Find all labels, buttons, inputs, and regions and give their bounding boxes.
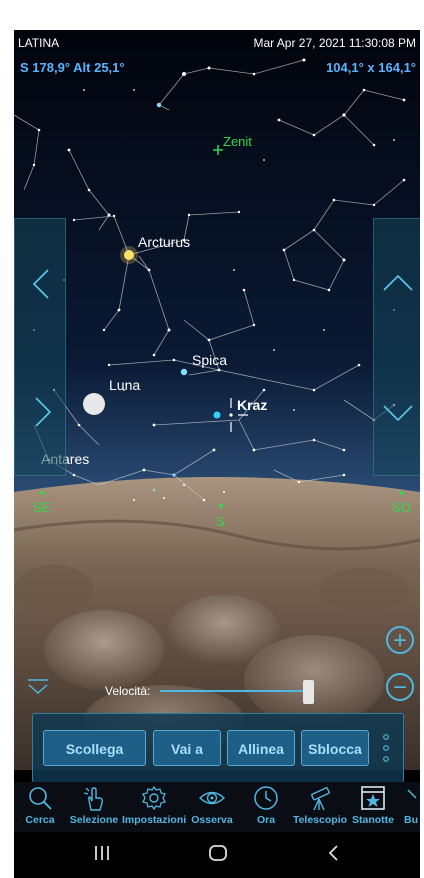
- speed-slider-track[interactable]: [160, 690, 310, 692]
- compass-so: SO: [392, 500, 411, 515]
- toolbar-ora-label: Ora: [256, 814, 276, 826]
- plus-icon: +: [392, 627, 407, 654]
- toolbar-osserva[interactable]: Osserva: [190, 784, 234, 826]
- compass-se: SE: [33, 500, 51, 515]
- moon-label[interactable]: Luna: [109, 377, 140, 393]
- pan-left-button[interactable]: [22, 264, 62, 304]
- align-button[interactable]: Allinea: [227, 730, 295, 766]
- toolbar-bu-label: Bu: [404, 814, 418, 826]
- home-button[interactable]: [208, 844, 228, 867]
- minus-icon: −: [392, 674, 407, 701]
- spica-label[interactable]: Spica: [192, 352, 227, 368]
- toolbar-cerca[interactable]: Cerca: [20, 784, 60, 826]
- star-calendar-icon: [361, 786, 385, 810]
- home-icon: [209, 845, 227, 861]
- tap-hand-icon: [83, 787, 103, 811]
- arcturus-label[interactable]: Arcturus: [138, 234, 190, 250]
- sky-view[interactable]: [14, 30, 420, 770]
- toolbar-bu[interactable]: Bu: [402, 784, 420, 826]
- toolbar-selezione-label: Selezione: [69, 814, 119, 826]
- speed-slider-thumb[interactable]: [302, 680, 314, 704]
- pan-right-button[interactable]: [22, 392, 62, 432]
- fov-readout: 104,1° x 164,1°: [326, 60, 416, 75]
- toolbar-osserva-label: Osserva: [191, 814, 233, 826]
- zenith-label: Zenit: [223, 134, 252, 149]
- toolbar-selezione[interactable]: Selezione: [66, 784, 122, 826]
- toolbar-telescopio[interactable]: Telescopio: [292, 784, 348, 826]
- partial-tool-icon: [407, 789, 417, 799]
- toolbar-stanotte[interactable]: Stanotte: [350, 784, 396, 826]
- pan-up-button[interactable]: [378, 264, 418, 304]
- toolbar-telescopio-label: Telescopio: [292, 814, 348, 826]
- zoom-out-button[interactable]: −: [386, 673, 414, 701]
- toolbar-impostazioni[interactable]: Impostazioni: [122, 784, 186, 826]
- kraz-label[interactable]: Kraz: [237, 397, 267, 413]
- speed-label: Velocità:: [105, 684, 151, 698]
- chevron-down-icon: [383, 405, 413, 422]
- search-icon: [29, 787, 52, 810]
- back-chevron-icon: [328, 845, 338, 861]
- toolbar-impostazioni-label: Impostazioni: [122, 814, 187, 826]
- telescope-icon: [311, 787, 330, 811]
- collapse-panel-button[interactable]: [26, 678, 50, 696]
- bottom-toolbar: Cerca Selezione Impostazioni Osserva Ora…: [14, 782, 420, 832]
- collapse-chevron-icon: [28, 679, 48, 695]
- direction-readout: S 178,9° Alt 25,1°: [20, 60, 125, 75]
- more-options-button[interactable]: [382, 731, 390, 765]
- app-screen: LATINA Mar Apr 27, 2021 11:30:08 PM S 17…: [14, 30, 420, 878]
- recent-apps-button[interactable]: [93, 844, 111, 867]
- toolbar-ora[interactable]: Ora: [246, 784, 286, 826]
- back-button[interactable]: [326, 844, 340, 867]
- compass-s: S: [216, 514, 225, 529]
- system-nav-bar: [14, 832, 420, 878]
- chevron-up-icon: [383, 274, 413, 291]
- toolbar-stanotte-label: Stanotte: [352, 814, 394, 826]
- right-nav-panel: [373, 218, 420, 476]
- eye-icon: [198, 791, 226, 805]
- disconnect-button[interactable]: Scollega: [43, 730, 146, 766]
- more-vertical-icon: [383, 734, 389, 762]
- location-status: LATINA: [18, 36, 60, 50]
- gear-icon: [142, 785, 166, 811]
- left-nav-panel: [14, 218, 66, 476]
- chevron-right-icon: [35, 397, 52, 427]
- goto-button[interactable]: Vai a: [153, 730, 221, 766]
- pan-down-button[interactable]: [378, 392, 418, 432]
- zoom-in-button[interactable]: +: [386, 626, 414, 654]
- recent-apps-icon: [95, 846, 109, 860]
- toolbar-cerca-label: Cerca: [25, 814, 55, 826]
- unlock-button[interactable]: Sblocca: [301, 730, 369, 766]
- clock-icon: [254, 786, 278, 810]
- telescope-command-bar: Scollega Vai a Allinea Sblocca: [32, 713, 404, 783]
- chevron-left-icon: [32, 269, 49, 299]
- datetime-status: Mar Apr 27, 2021 11:30:08 PM: [253, 36, 416, 50]
